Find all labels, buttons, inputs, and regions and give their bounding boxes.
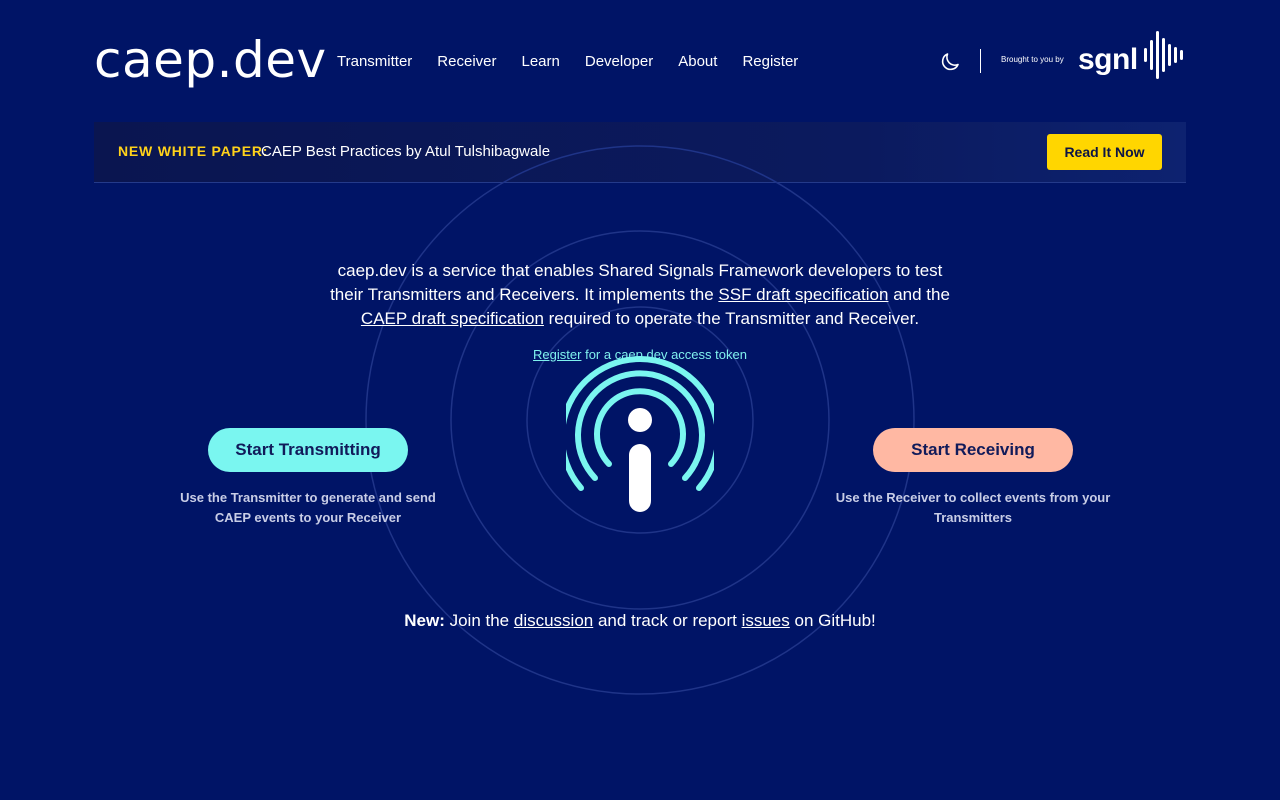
white-paper-banner: NEW WHITE PAPER: CAEP Best Practices by … [94,122,1186,183]
start-receiving-button[interactable]: Start Receiving [873,428,1073,472]
site-logo[interactable]: caep.dev [94,30,327,90]
intro-part-2: and the [888,285,950,304]
nav-about[interactable]: About [678,52,717,72]
nav-learn[interactable]: Learn [521,52,559,72]
banner-text: CAEP Best Practices by Atul Tulshibagwal… [261,143,551,160]
receiver-description: Use the Receiver to collect events from … [835,490,1111,525]
broadcast-signal-icon [566,356,714,512]
sgnl-logo[interactable]: sgnl [1078,40,1138,80]
note-text-3: on GitHub! [789,611,876,630]
nav-developer[interactable]: Developer [585,52,653,72]
note-text-1: Join the [444,611,514,630]
brought-by-text: Brought to you by [1001,55,1064,64]
main-nav: Transmitter Receiver Learn Developer Abo… [337,52,823,72]
nav-register[interactable]: Register [742,52,798,72]
note-text-2: and track or report [593,611,742,630]
caep-spec-link[interactable]: CAEP draft specification [361,309,544,328]
nav-receiver[interactable]: Receiver [437,52,496,72]
issues-link[interactable]: issues [742,611,790,630]
header-divider [980,49,981,73]
moon-icon[interactable] [938,50,962,74]
page: caep.dev Transmitter Receiver Learn Deve… [0,0,1280,800]
sgnl-wave-icon [1144,31,1183,79]
nav-transmitter[interactable]: Transmitter [337,52,412,72]
discussion-link[interactable]: discussion [514,611,593,630]
intro-text: caep.dev is a service that enables Share… [320,259,960,331]
transmitter-description: Use the Transmitter to generate and send… [180,490,436,525]
ssf-spec-link[interactable]: SSF draft specification [718,285,888,304]
start-transmitting-button[interactable]: Start Transmitting [208,428,408,472]
header: caep.dev Transmitter Receiver Learn Deve… [0,0,1280,122]
intro-part-3: required to operate the Transmitter and … [543,309,920,328]
read-it-now-button[interactable]: Read It Now [1047,134,1162,170]
new-label: New: [404,611,445,630]
banner-label: NEW WHITE PAPER: [118,143,269,159]
github-note: New: Join the discussion and track or re… [320,611,960,631]
